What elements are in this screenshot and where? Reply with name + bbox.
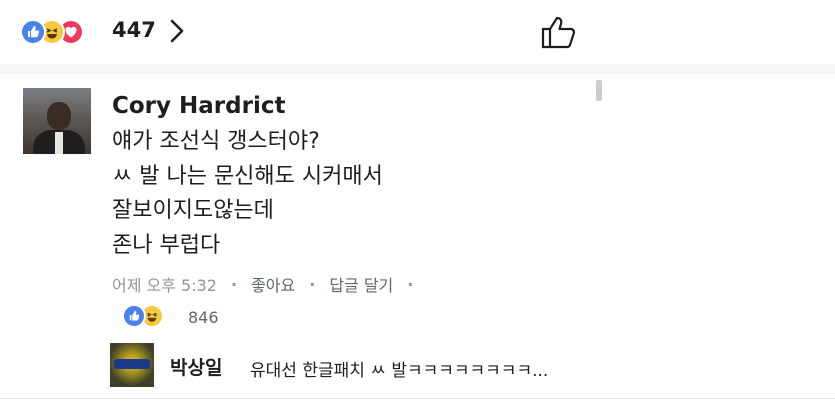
avatar-figure-head (47, 102, 71, 130)
comment-author-name[interactable]: Cory Hardrict (112, 93, 285, 119)
meta-separator: · (230, 274, 238, 294)
chevron-right-icon[interactable] (166, 16, 188, 46)
comment-line: 얘가 조선식 갱스터야? (112, 129, 320, 154)
like-link[interactable]: 좋아요 (251, 272, 295, 296)
reply-author-avatar[interactable] (110, 343, 154, 387)
meta-separator: · (309, 274, 316, 294)
comment-line: 존나 부럽다 (112, 232, 221, 258)
scrollbar[interactable] (596, 80, 602, 101)
commenter-avatar[interactable] (23, 88, 91, 154)
reaction-summary[interactable] (20, 17, 84, 47)
comment-reaction-summary[interactable] (122, 304, 164, 328)
comment-body: 얘가 조선식 갱스터야? ㅆ 발 나는 문신해도 시커매서 잘보이지도않는데 존… (112, 125, 383, 263)
avatar-figure-shirt (55, 132, 63, 154)
like-icon (122, 304, 146, 328)
comment-meta: 어제 오후 5:32 · 좋아요 · 답글 달기 · (112, 272, 427, 296)
reply-preview-text[interactable]: 유대선 한글패치 ㅆ 발ㅋㅋㅋㅋㅋㅋㅋㅋ... (250, 356, 548, 381)
like-button-icon[interactable] (540, 14, 578, 50)
post-reaction-bar: 447 (0, 0, 835, 64)
reaction-count[interactable]: 447 (112, 18, 156, 42)
reply-author-name[interactable]: 박상일 (170, 353, 222, 380)
comment-timestamp: 어제 오후 5:32 (112, 276, 217, 295)
section-divider (0, 64, 835, 74)
comment-line: ㅆ 발 나는 문신해도 시커매서 (112, 163, 383, 189)
comment-line: 잘보이지도않는데 (112, 198, 274, 223)
meta-separator: · (407, 274, 414, 294)
reply-link[interactable]: 답글 달기 (329, 272, 393, 296)
like-icon (20, 19, 46, 45)
avatar-logo-banner (114, 359, 150, 369)
comment-reaction-count[interactable]: 846 (188, 308, 219, 327)
